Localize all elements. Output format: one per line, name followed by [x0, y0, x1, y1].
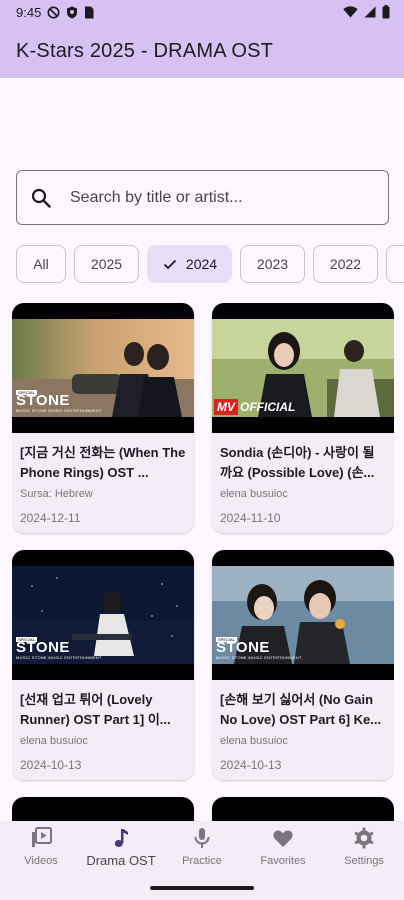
chip-2025[interactable]: 2025 [74, 245, 139, 283]
heart-icon [273, 830, 293, 847]
video-card[interactable]: SPECIAL STONE MUSIC STONE MUSIC ENTERTAIN… [12, 303, 194, 533]
search-box[interactable] [16, 170, 389, 225]
chip-all[interactable]: All [16, 245, 66, 283]
chip-next-year[interactable] [386, 245, 404, 283]
video-title: [선재 업고 튀어 (Lovely Runner) OST Part 1] 이.… [20, 692, 171, 727]
nav-label: Favorites [260, 855, 306, 867]
nav-label: Practice [182, 855, 222, 867]
chip-2023[interactable]: 2023 [240, 245, 305, 283]
video-card[interactable]: SPECIAL STONE MUSIC STONE MUSIC ENTERTAIN… [212, 550, 394, 780]
chip-label: All [33, 256, 49, 272]
app-bar: K-Stars 2025 - DRAMA OST [0, 24, 404, 78]
stone-music-logo: STONE MUSIC STONE MUSIC ENTERTAINMENT [16, 392, 102, 413]
video-artist: elena busuioc [20, 735, 88, 747]
mv-official-badge: MV OFFICIAL [214, 399, 295, 415]
video-date: 2024-11-10 [220, 511, 281, 525]
chip-2024[interactable]: 2024 [147, 245, 232, 283]
nav-settings[interactable]: Settings [324, 827, 404, 873]
chip-label: 2025 [90, 256, 123, 272]
video-artist: elena busuioc [220, 488, 288, 500]
video-card[interactable]: SPECIAL STONE MUSIC STONE MUSIC ENTERTAIN… [12, 550, 194, 780]
ost-grid: SPECIAL STONE MUSIC STONE MUSIC ENTERTAIN… [12, 303, 394, 821]
year-filter-chips: All 2025 2024 2023 2022 [16, 245, 404, 283]
chip-2022[interactable]: 2022 [313, 245, 378, 283]
wifi-icon [343, 6, 358, 18]
video-thumbnail [12, 797, 194, 821]
shield-icon [67, 6, 78, 18]
nav-label: Settings [344, 855, 384, 867]
stone-music-logo: STONE MUSIC STONE MUSIC ENTERTAINMENT [216, 639, 302, 660]
video-thumbnail: MV OFFICIAL [212, 303, 394, 433]
nav-videos[interactable]: Videos [1, 827, 81, 873]
chip-label: 2022 [329, 256, 362, 272]
nav-label: Videos [24, 855, 58, 867]
nav-favorites[interactable]: Favorites [243, 827, 323, 873]
nav-drama-ost[interactable]: Drama OST [81, 827, 161, 873]
video-title: [손해 보기 싫어서 (No Gain No Love) OST Part 6]… [220, 692, 382, 727]
microphone-icon [194, 828, 210, 848]
music-note-icon [114, 829, 128, 847]
nav-label: Drama OST [86, 853, 156, 868]
cell-signal-icon [364, 6, 376, 18]
gear-icon [354, 827, 374, 849]
stone-music-logo: STONE MUSIC STONE MUSIC ENTERTAINMENT [16, 639, 102, 660]
video-card[interactable] [12, 797, 194, 821]
do-not-disturb-icon [47, 6, 60, 18]
video-thumbnail: SPECIAL STONE MUSIC STONE MUSIC ENTERTAIN… [12, 550, 194, 680]
video-date: 2024-10-13 [220, 758, 282, 772]
search-input[interactable] [70, 188, 370, 207]
video-title: Sondia (손디아) - 사랑이 될까요 (Possible Love) (… [220, 445, 375, 480]
video-library-icon [32, 827, 52, 847]
battery-icon [382, 5, 390, 19]
video-date: 2024-12-11 [20, 511, 81, 525]
search-icon [31, 188, 51, 208]
video-card[interactable] [212, 797, 394, 821]
video-thumbnail [212, 797, 394, 821]
chip-label: 2024 [185, 256, 218, 272]
home-indicator [150, 886, 254, 890]
check-icon [163, 259, 177, 270]
status-bar: 9:45 [0, 0, 404, 24]
video-artist: elena busuioc [220, 735, 288, 747]
video-date: 2024-10-13 [20, 758, 82, 772]
sim-card-icon [85, 6, 94, 18]
video-title: [지금 거신 전화는 (When The Phone Rings) OST ..… [20, 445, 186, 480]
chip-label: 2023 [256, 256, 289, 272]
video-thumbnail: SPECIAL STONE MUSIC STONE MUSIC ENTERTAIN… [212, 550, 394, 680]
video-card[interactable]: MV OFFICIAL Sondia (손디아) - 사랑이 될까요 (Possi… [212, 303, 394, 533]
video-artist: Sursa: Hebrew [20, 488, 93, 500]
nav-practice[interactable]: Practice [162, 827, 242, 873]
app-title: K-Stars 2025 - DRAMA OST [16, 39, 274, 62]
status-time: 9:45 [16, 4, 42, 20]
video-thumbnail: SPECIAL STONE MUSIC STONE MUSIC ENTERTAIN… [12, 303, 194, 433]
